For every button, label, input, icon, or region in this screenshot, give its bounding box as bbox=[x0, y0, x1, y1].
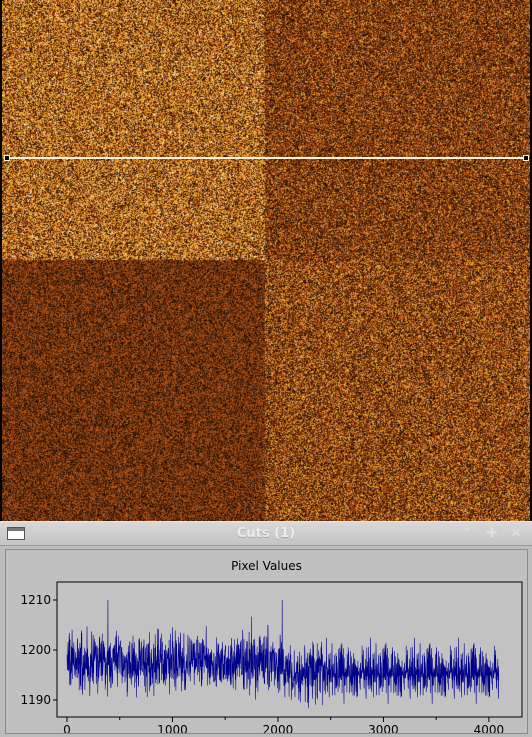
pixel-values-plot-panel: Pixel Values 0 1000 2000 3000 4000 1190 1200 1… bbox=[5, 549, 528, 734]
horizontal-cut-line[interactable] bbox=[6, 157, 527, 159]
cut-line-right-handle[interactable] bbox=[523, 155, 529, 161]
image-display[interactable] bbox=[0, 0, 532, 521]
y-tick-label: 1200 bbox=[20, 643, 51, 657]
x-tick-label: 0 bbox=[63, 723, 71, 733]
close-icon[interactable]: ✕ bbox=[507, 525, 525, 542]
cuts-window: Cuts (1) ⌃ ✚ ✕ Pixel Values 0 1000 2000 300… bbox=[0, 521, 532, 737]
x-tick-label: 2000 bbox=[263, 723, 294, 733]
x-tick-label: 3000 bbox=[368, 723, 399, 733]
x-axis: 0 1000 2000 3000 4000 bbox=[63, 717, 504, 733]
x-tick-label: 4000 bbox=[474, 723, 505, 733]
y-axis: 1190 1200 1210 bbox=[20, 593, 57, 707]
detector-image[interactable] bbox=[2, 0, 530, 521]
window-titlebar[interactable]: Cuts (1) ⌃ ✚ ✕ bbox=[0, 522, 532, 546]
pixel-values-chart[interactable]: 0 1000 2000 3000 4000 1190 1200 1210 bbox=[6, 550, 527, 733]
y-tick-label: 1190 bbox=[20, 693, 51, 707]
shade-icon[interactable]: ⌃ bbox=[458, 525, 476, 542]
plot-area[interactable] bbox=[56, 581, 523, 718]
maximize-icon[interactable]: ✚ bbox=[483, 525, 501, 542]
window-title: Cuts (1) bbox=[236, 526, 296, 541]
cut-line-left-handle[interactable] bbox=[4, 155, 10, 161]
x-tick-label: 1000 bbox=[157, 723, 188, 733]
y-tick-label: 1210 bbox=[20, 593, 51, 607]
